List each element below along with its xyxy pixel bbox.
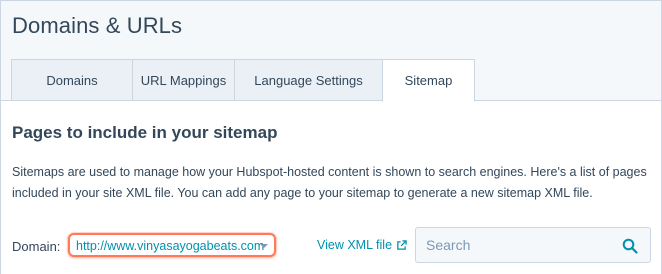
description-line-2: included in your site XML file. You can …	[12, 186, 593, 200]
page-title: Domains & URLs	[12, 13, 183, 38]
tab-sitemap[interactable]: Sitemap	[382, 59, 475, 102]
caret-down-icon	[260, 244, 268, 248]
tab-label: Language Settings	[254, 72, 363, 88]
tab-url-mappings[interactable]: URL Mappings	[132, 59, 234, 101]
search-icon[interactable]	[622, 238, 638, 254]
tab-bar: Domains URL Mappings Language Settings S…	[11, 59, 475, 102]
view-xml-file-label: View XML file	[317, 238, 393, 252]
tab-label: Domains	[46, 72, 98, 88]
settings-frame: Domains & URLs Domains URL Mappings Lang…	[0, 0, 662, 274]
domain-dropdown[interactable]: http://www.vinyasayogabeats.com	[68, 233, 276, 257]
sitemap-panel: Pages to include in your sitemap Sitemap…	[1, 100, 661, 274]
external-link-icon	[397, 239, 407, 250]
description-line-1: Sitemaps are used to manage how your Hub…	[12, 165, 647, 179]
domain-dropdown-value: http://www.vinyasayogabeats.com	[76, 239, 265, 253]
tab-label: Sitemap	[404, 73, 453, 88]
tab-language-settings[interactable]: Language Settings	[234, 59, 383, 101]
search-input[interactable]	[416, 228, 616, 262]
tab-label: URL Mappings	[140, 72, 227, 88]
tab-domains[interactable]: Domains	[11, 59, 132, 101]
view-xml-file-link[interactable]: View XML file	[317, 238, 407, 252]
domain-label: Domain:	[12, 239, 61, 254]
search-box	[415, 227, 651, 263]
section-heading: Pages to include in your sitemap	[12, 123, 278, 142]
sitemap-description: Sitemaps are used to manage how your Hub…	[12, 162, 652, 204]
